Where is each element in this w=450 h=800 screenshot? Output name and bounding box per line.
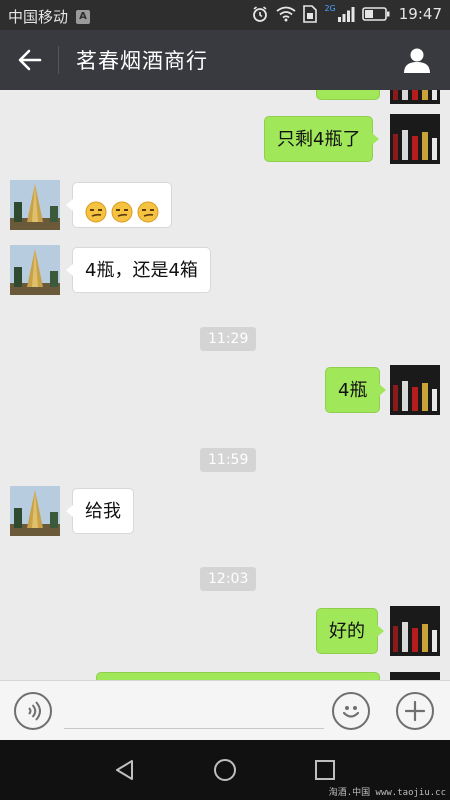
message-bubble-partial[interactable]: [316, 90, 380, 100]
navigation-bar: 淘酒.中国 www.taojiu.cc: [0, 740, 450, 800]
chat-area[interactable]: 只剩4瓶了 4瓶，还是4箱 11:29 4瓶 11:59 给我 12:03 好的: [0, 90, 450, 680]
voice-icon: [28, 701, 41, 721]
my-avatar[interactable]: [390, 606, 440, 656]
message-bubble-sent[interactable]: 好的: [316, 608, 384, 654]
wifi-icon: [276, 6, 297, 22]
smiley-icon: [342, 706, 360, 718]
emoji-smirk-1: [85, 195, 107, 223]
network-type: 2G: [324, 3, 336, 13]
header-divider: [58, 46, 59, 74]
my-avatar[interactable]: [390, 114, 440, 164]
chat-title: 茗春烟酒商行: [76, 49, 208, 73]
message-bubble-received[interactable]: 4瓶，还是4箱: [66, 247, 211, 293]
nav-home-button[interactable]: [210, 755, 240, 785]
watermark: 淘酒.中国 www.taojiu.cc: [328, 788, 446, 798]
chat-header: 茗春烟酒商行: [0, 30, 450, 90]
battery-icon: [361, 7, 390, 21]
plus-icon: [404, 700, 426, 722]
sim-icon: [303, 5, 318, 23]
my-avatar[interactable]: [390, 365, 440, 415]
carrier-name: 中国移动: [8, 8, 69, 26]
input-bar: [0, 680, 450, 740]
nav-back-button[interactable]: [110, 755, 140, 785]
timestamp: 12:03: [200, 567, 257, 591]
square-recents-icon: [315, 760, 335, 780]
more-button[interactable]: [396, 692, 434, 730]
person-icon: [404, 48, 430, 73]
alarm-icon: [253, 6, 268, 22]
message-input[interactable]: [64, 695, 324, 729]
carrier-badge: A: [76, 9, 91, 24]
contact-avatar[interactable]: [10, 486, 60, 536]
status-time: 19:47: [398, 5, 442, 23]
signal-icon: [337, 7, 355, 22]
message-bubble-sent[interactable]: 4瓶: [325, 367, 387, 413]
my-avatar[interactable]: [390, 672, 440, 680]
status-left: 中国移动 A: [8, 6, 91, 27]
contact-avatar[interactable]: [10, 245, 60, 295]
back-button[interactable]: [14, 45, 46, 75]
emoji-smirk-2: [111, 195, 133, 223]
message-bubble-received[interactable]: [66, 182, 172, 228]
emoji-smirk-3: [137, 195, 159, 223]
message-bubble-partial[interactable]: [96, 672, 380, 680]
my-avatar[interactable]: [390, 90, 440, 104]
arrow-left-icon: [18, 49, 42, 71]
message-bubble-received[interactable]: 给我: [66, 488, 134, 534]
triangle-back-icon: [116, 760, 133, 780]
emoji-button[interactable]: [332, 692, 370, 730]
profile-button[interactable]: [402, 45, 432, 75]
status-bar: 中国移动 A 2G 19:47: [0, 0, 450, 30]
status-right: 2G 19:47: [251, 3, 442, 23]
timestamp: 11:59: [200, 448, 257, 472]
timestamp: 11:29: [200, 327, 257, 351]
voice-button[interactable]: [14, 692, 52, 730]
message-bubble-sent[interactable]: 只剩4瓶了: [264, 116, 380, 162]
circle-home-icon: [214, 759, 236, 781]
nav-recents-button[interactable]: [310, 755, 340, 785]
contact-avatar[interactable]: [10, 180, 60, 230]
